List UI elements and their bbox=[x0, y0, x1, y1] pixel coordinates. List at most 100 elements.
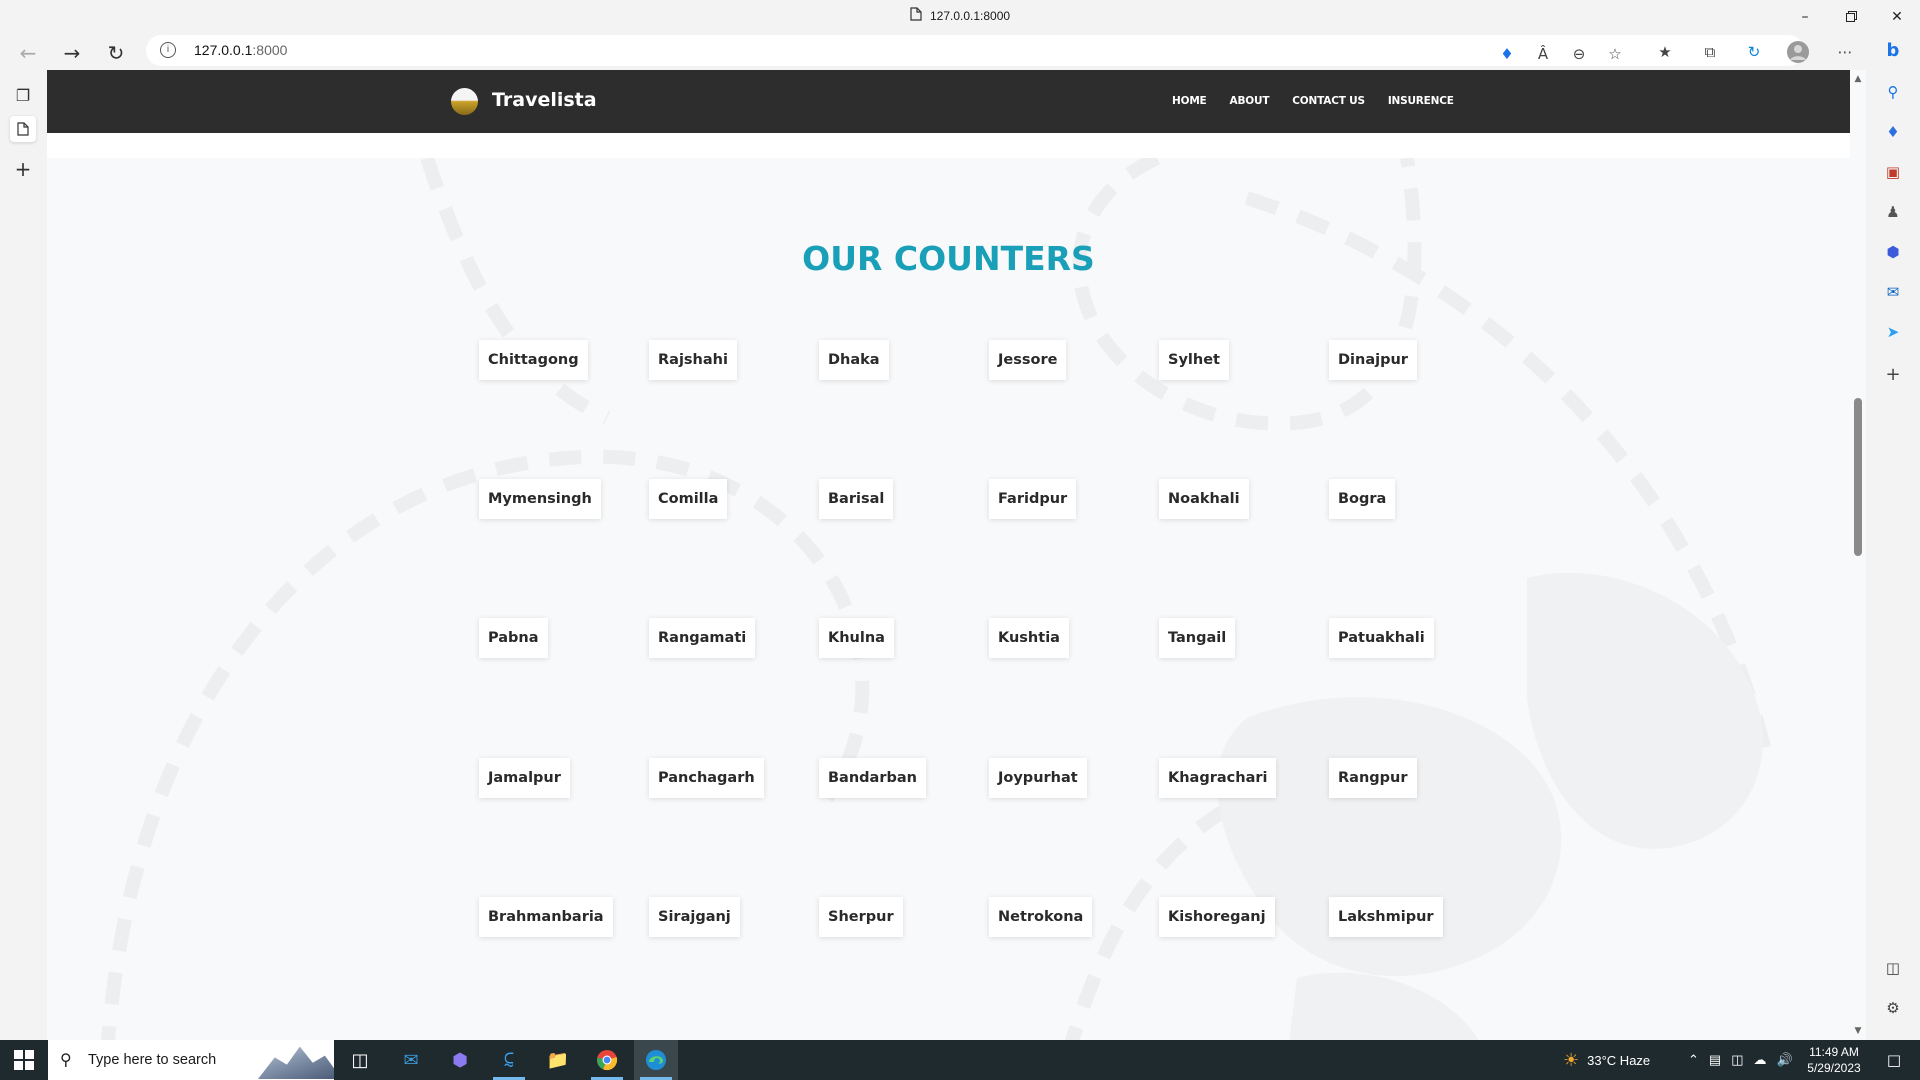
restore-button[interactable] bbox=[1828, 0, 1874, 33]
counter-jamalpur[interactable]: Jamalpur bbox=[479, 758, 570, 798]
counter-kishoreganj[interactable]: Kishoreganj bbox=[1159, 897, 1275, 937]
counter-khulna[interactable]: Khulna bbox=[819, 618, 894, 658]
chrome-app-icon[interactable] bbox=[585, 1040, 629, 1080]
minimize-button[interactable]: – bbox=[1782, 0, 1828, 33]
task-view-icon[interactable]: ◫ bbox=[338, 1040, 382, 1080]
brand-name[interactable]: Travelista bbox=[492, 89, 597, 111]
counter-chittagong[interactable]: Chittagong bbox=[479, 340, 588, 380]
counter-bogra[interactable]: Bogra bbox=[1329, 479, 1396, 519]
counter-rajshahi[interactable]: Rajshahi bbox=[649, 340, 737, 380]
chevron-up-icon[interactable]: ⌃ bbox=[1688, 1052, 1699, 1068]
counter-noakhali[interactable]: Noakhali bbox=[1159, 479, 1249, 519]
forward-button[interactable]: → bbox=[56, 37, 88, 69]
games-icon[interactable]: ♟ bbox=[1882, 201, 1904, 223]
onedrive-icon[interactable]: ☁ bbox=[1754, 1052, 1767, 1068]
shopping-icon[interactable]: ♦ bbox=[1882, 121, 1904, 143]
counter-faridpur[interactable]: Faridpur bbox=[989, 479, 1077, 519]
page-viewport: Travelista HOME ABOUT CONTACT US INSUREN… bbox=[47, 70, 1866, 1040]
nav-about[interactable]: ABOUT bbox=[1230, 95, 1270, 107]
counter-sirajganj[interactable]: Sirajganj bbox=[649, 897, 740, 937]
refresh-button[interactable]: ↻ bbox=[100, 37, 132, 69]
counter-bandarban[interactable]: Bandarban bbox=[819, 758, 926, 798]
bing-chat-icon[interactable]: b bbox=[1882, 39, 1904, 61]
url-text[interactable]: 127.0.0.1:8000 bbox=[194, 42, 287, 58]
tab-title[interactable]: 127.0.0.1:8000 bbox=[910, 7, 1010, 24]
counter-brahmanbaria[interactable]: Brahmanbaria bbox=[479, 897, 613, 937]
volume-icon[interactable]: 🔊 bbox=[1777, 1052, 1793, 1068]
read-aloud-icon[interactable]: Â bbox=[1532, 43, 1554, 65]
vscode-app-icon[interactable]: ⫇ bbox=[487, 1040, 531, 1080]
nav-home[interactable]: HOME bbox=[1172, 95, 1207, 107]
clock-date: 5/29/2023 bbox=[1807, 1061, 1861, 1075]
counter-comilla[interactable]: Comilla bbox=[649, 479, 728, 519]
counter-sherpur[interactable]: Sherpur bbox=[819, 897, 903, 937]
scroll-down-icon[interactable]: ▼ bbox=[1853, 1026, 1863, 1036]
more-options-icon[interactable]: ⋯ bbox=[1834, 41, 1856, 63]
url-port: :8000 bbox=[252, 42, 288, 58]
profile-avatar[interactable] bbox=[1787, 41, 1809, 63]
counter-tangail[interactable]: Tangail bbox=[1159, 618, 1236, 658]
counter-sylhet[interactable]: Sylhet bbox=[1159, 340, 1229, 380]
info-icon[interactable]: i bbox=[160, 42, 176, 58]
taskbar-search-placeholder: Type here to search bbox=[88, 1052, 217, 1068]
counter-joypurhat[interactable]: Joypurhat bbox=[989, 758, 1087, 798]
new-tab-icon[interactable]: + bbox=[10, 156, 36, 182]
arrow-left-icon: ← bbox=[19, 41, 37, 65]
file-explorer-icon[interactable]: 📁 bbox=[536, 1040, 580, 1080]
taskbar-search-box[interactable]: ⚲ Type here to search bbox=[48, 1040, 334, 1080]
counter-kushtia[interactable]: Kushtia bbox=[989, 618, 1069, 658]
notifications-icon[interactable]: □ bbox=[1872, 1040, 1916, 1080]
address-bar[interactable]: i 127.0.0.1:8000 ♦ Â ⊖ ☆ bbox=[146, 35, 1804, 66]
scroll-thumb[interactable] bbox=[1854, 398, 1862, 556]
zoom-out-icon[interactable]: ⊖ bbox=[1568, 43, 1590, 65]
counter-patuakhali[interactable]: Patuakhali bbox=[1329, 618, 1434, 658]
outlook-icon[interactable]: ✉ bbox=[1882, 281, 1904, 303]
taskbar-clock[interactable]: 11:49 AM 5/29/2023 bbox=[1804, 1044, 1864, 1076]
shopping-tag-icon[interactable]: ♦ bbox=[1496, 43, 1518, 65]
hexagon-app-icon[interactable]: ⬢ bbox=[438, 1040, 482, 1080]
url-host: 127.0.0.1 bbox=[194, 42, 253, 58]
back-button[interactable]: ← bbox=[12, 37, 44, 69]
system-tray: ⌃ ▤ ◫ ☁ 🔊 bbox=[1688, 1040, 1793, 1080]
brand-logo[interactable] bbox=[451, 88, 478, 115]
scroll-up-icon[interactable]: ▲ bbox=[1853, 74, 1863, 84]
counter-lakshmipur[interactable]: Lakshmipur bbox=[1329, 897, 1443, 937]
edge-sync-icon[interactable]: ↻ bbox=[1743, 41, 1765, 63]
favorites-icon[interactable]: ★ bbox=[1654, 41, 1676, 63]
meet-now-icon[interactable]: ◫ bbox=[1731, 1052, 1743, 1068]
counter-jessore[interactable]: Jessore bbox=[989, 340, 1067, 380]
edge-app-icon[interactable] bbox=[634, 1040, 678, 1080]
microsoft365-icon[interactable]: ⬢ bbox=[1882, 241, 1904, 263]
counter-panchagarh[interactable]: Panchagarh bbox=[649, 758, 764, 798]
close-button[interactable]: ✕ bbox=[1874, 0, 1920, 33]
nav-contact-us[interactable]: CONTACT US bbox=[1292, 95, 1365, 107]
counter-khagrachari[interactable]: Khagrachari bbox=[1159, 758, 1277, 798]
counter-pabna[interactable]: Pabna bbox=[479, 618, 548, 658]
hide-sidebar-icon[interactable]: ◫ bbox=[1882, 957, 1904, 979]
search-icon[interactable]: ⚲ bbox=[1882, 81, 1904, 103]
search-highlight-image bbox=[258, 1046, 334, 1079]
background-map-art bbox=[101, 158, 1774, 1040]
counter-mymensingh[interactable]: Mymensingh bbox=[479, 479, 601, 519]
counter-rangpur[interactable]: Rangpur bbox=[1329, 758, 1417, 798]
page-scrollbar[interactable]: ▲ ▼ bbox=[1850, 70, 1866, 1040]
mail-app-icon[interactable]: ✉ bbox=[389, 1040, 433, 1080]
counter-rangamati[interactable]: Rangamati bbox=[649, 618, 756, 658]
active-tab-icon[interactable] bbox=[10, 116, 36, 142]
windows-start-icon[interactable] bbox=[14, 1050, 34, 1070]
counter-netrokona[interactable]: Netrokona bbox=[989, 897, 1093, 937]
weather-widget[interactable]: ☀ 33°C Haze bbox=[1563, 1040, 1650, 1080]
network-icon[interactable]: ▤ bbox=[1709, 1052, 1721, 1068]
collections-icon[interactable]: ⧉ bbox=[1699, 41, 1721, 63]
drop-icon[interactable]: ➤ bbox=[1882, 321, 1904, 343]
weather-text: 33°C Haze bbox=[1587, 1052, 1651, 1068]
tools-icon[interactable]: ▣ bbox=[1882, 161, 1904, 183]
sidebar-settings-icon[interactable]: ⚙ bbox=[1882, 997, 1904, 1019]
favorite-add-icon[interactable]: ☆ bbox=[1604, 43, 1626, 65]
tab-actions-icon[interactable]: ❐ bbox=[10, 82, 36, 108]
counter-dhaka[interactable]: Dhaka bbox=[819, 340, 889, 380]
add-sidebar-app-icon[interactable]: + bbox=[1882, 363, 1904, 385]
nav-insurence[interactable]: INSURENCE bbox=[1388, 95, 1454, 107]
counter-dinajpur[interactable]: Dinajpur bbox=[1329, 340, 1417, 380]
counter-barisal[interactable]: Barisal bbox=[819, 479, 894, 519]
